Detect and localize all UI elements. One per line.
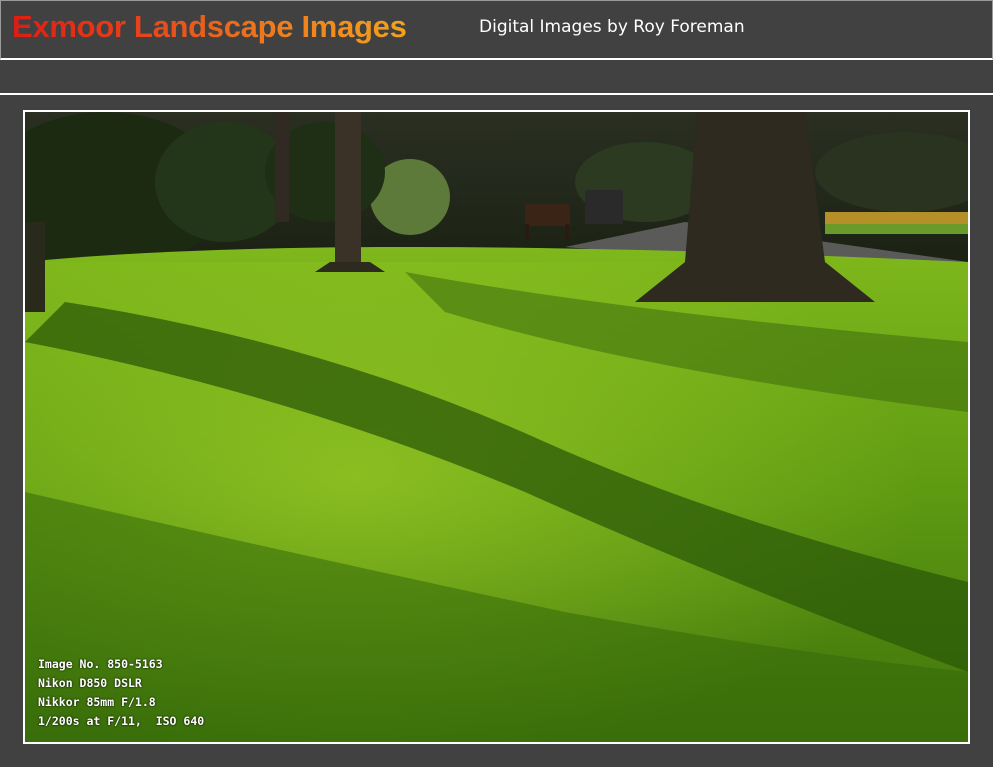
caption-lens: Nikkor 85mm F/1.8: [38, 695, 156, 709]
navigation-bar: [0, 60, 993, 95]
caption-camera: Nikon D850 DSLR: [38, 676, 142, 690]
site-subtitle: Digital Images by Roy Foreman: [479, 17, 745, 37]
caption-image-number: Image No. 850-5163: [38, 657, 163, 671]
landscape-photo: Image No. 850-5163 Nikon D850 DSLR Nikko…: [23, 110, 970, 744]
park-photo-illustration: [25, 112, 968, 742]
photo-caption: Image No. 850-5163 Nikon D850 DSLR Nikko…: [38, 655, 204, 731]
site-title[interactable]: Exmoor Landscape Images: [12, 9, 407, 45]
site-header: Exmoor Landscape Images Digital Images b…: [0, 0, 993, 60]
caption-exposure: 1/200s at F/11, ISO 640: [38, 714, 205, 728]
